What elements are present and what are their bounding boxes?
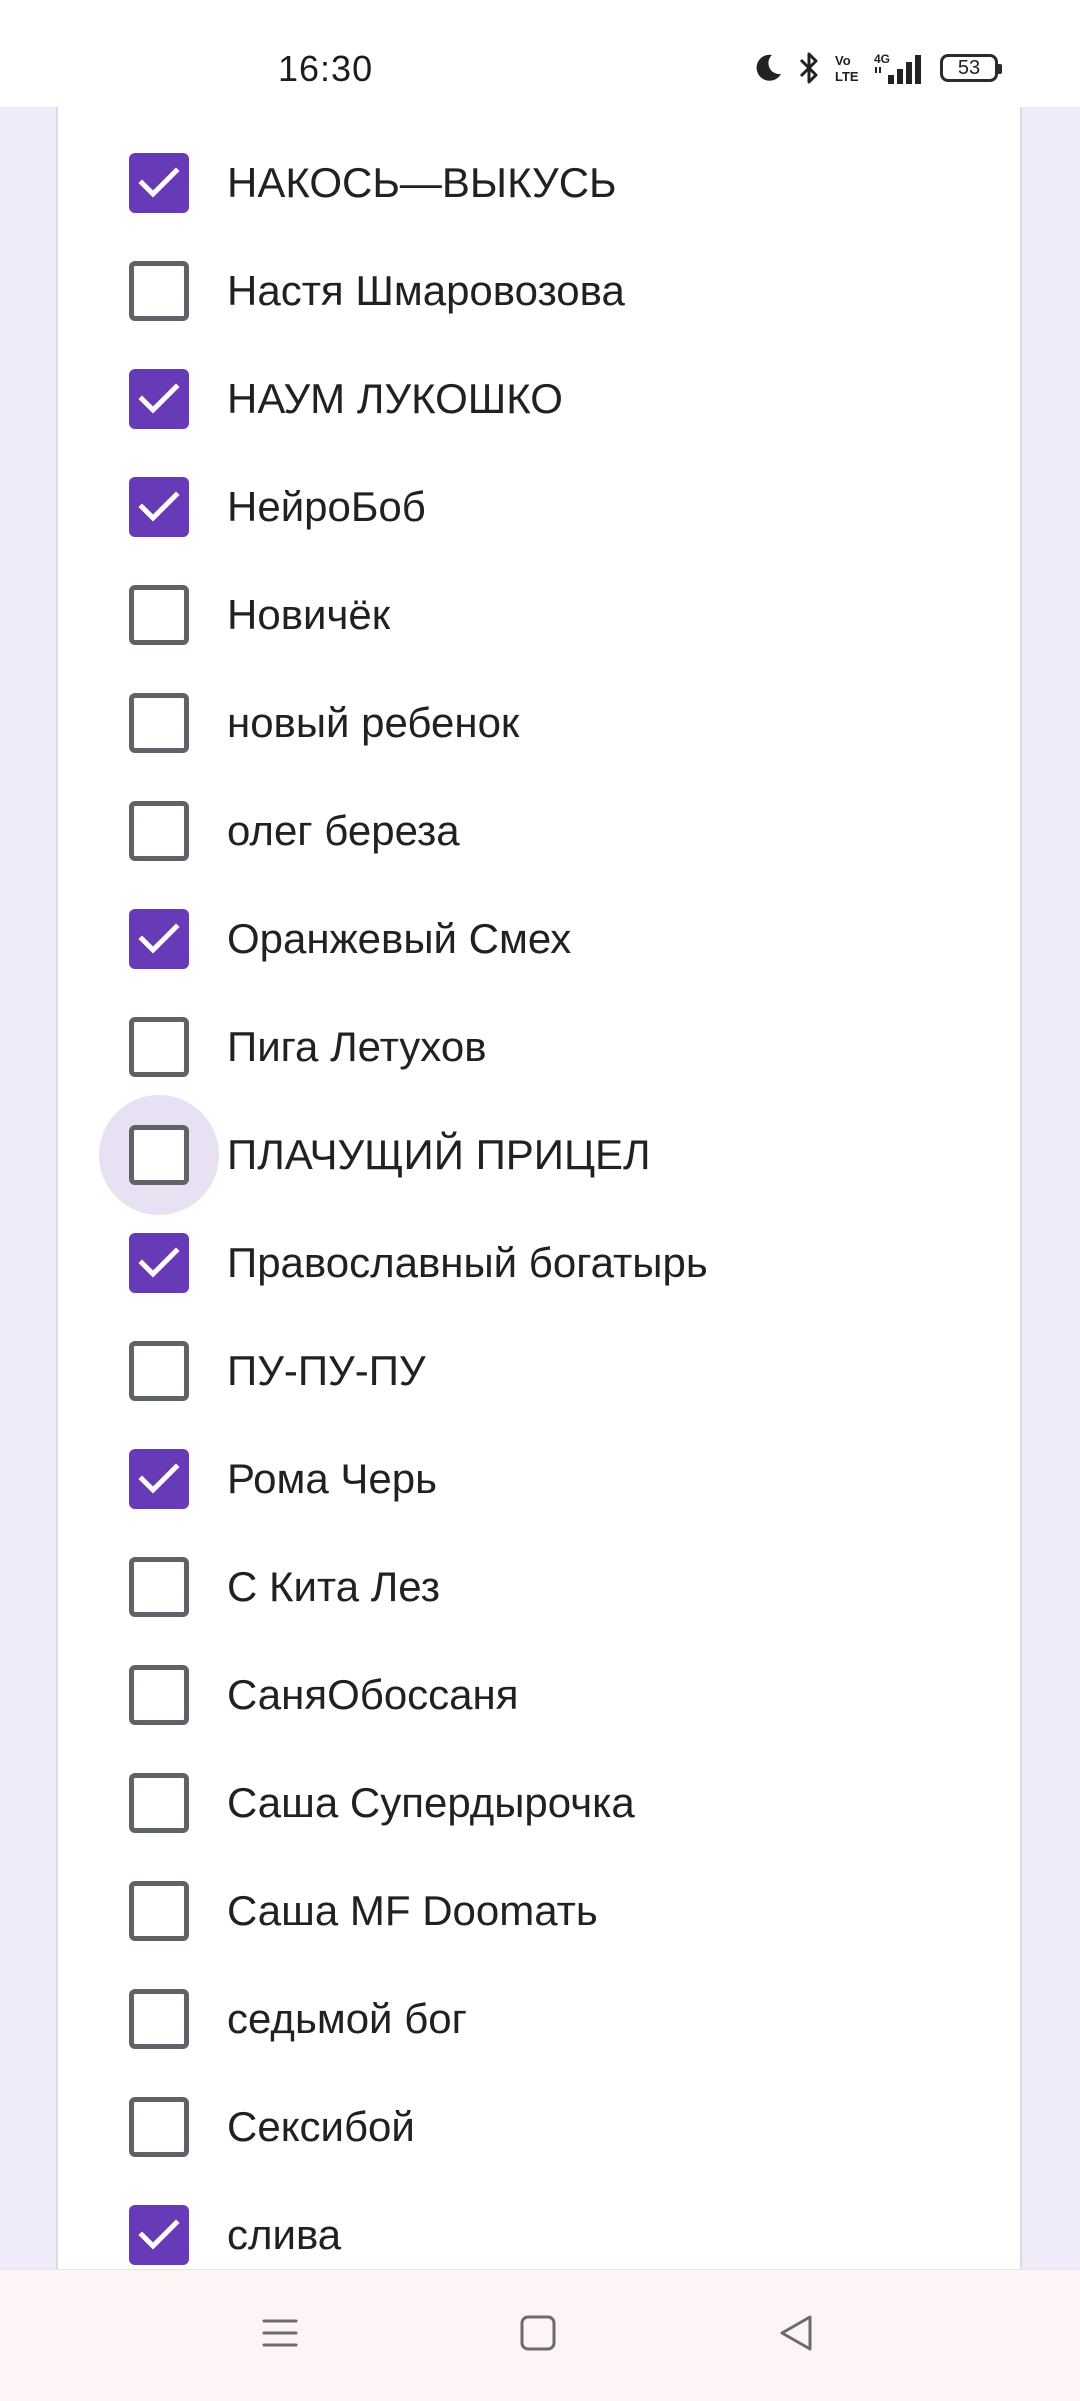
checkbox-option[interactable]: НАУМ ЛУКОШКО (58, 349, 1020, 449)
checkbox-unchecked[interactable] (129, 1557, 189, 1617)
checkbox-option[interactable]: Пига Летухов (58, 997, 1020, 1097)
option-label: СаняОбоссаня (227, 1671, 519, 1718)
checkbox-unchecked[interactable] (129, 1125, 189, 1185)
checkbox-unchecked[interactable] (129, 1665, 189, 1725)
option-label: С Кита Лез (227, 1563, 440, 1610)
checkbox-option[interactable]: седьмой бог (58, 1969, 1020, 2069)
checkbox-checked[interactable] (129, 153, 189, 213)
checkmark-icon (138, 491, 180, 522)
option-label: Рома Черь (227, 1455, 438, 1502)
checkbox-list-card: НАКОСЬ—ВЫКУСЬ Настя Шмаровозова НАУМ ЛУКОШ… (56, 107, 1022, 2269)
checkbox-checked[interactable] (129, 2205, 189, 2265)
option-label: Новичёк (227, 591, 391, 638)
checkbox-checked[interactable] (129, 1233, 189, 1293)
option-label: Православный богатырь (227, 1239, 708, 1286)
4g-signal-icon: 4G (874, 51, 926, 85)
option-label: слива (227, 2211, 342, 2258)
checkbox-unchecked[interactable] (129, 2097, 189, 2157)
checkbox-option[interactable]: Оранжевый Смех (58, 889, 1020, 989)
checkbox-unchecked[interactable] (129, 693, 189, 753)
checkmark-icon (138, 923, 180, 954)
home-button[interactable] (478, 2270, 598, 2401)
battery-icon: 53 (940, 54, 1002, 82)
status-bar: 16:30 Vo LTE 4G 53 (0, 0, 1080, 107)
checkbox-unchecked[interactable] (129, 1341, 189, 1401)
home-square-icon (518, 2313, 558, 2358)
checkbox-option[interactable]: Рома Черь (58, 1429, 1020, 1529)
option-label: НАУМ ЛУКОШКО (227, 375, 563, 422)
checkbox-unchecked[interactable] (129, 1017, 189, 1077)
checkbox-unchecked[interactable] (129, 1881, 189, 1941)
bluetooth-icon (798, 51, 820, 85)
status-time: 16:30 (278, 48, 374, 89)
checkbox-unchecked[interactable] (129, 1773, 189, 1833)
option-label: ПУ-ПУ-ПУ (227, 1347, 426, 1394)
option-label: Саша Супердырочка (227, 1779, 635, 1826)
back-button[interactable] (736, 2270, 856, 2401)
option-label: НАКОСЬ—ВЫКУСЬ (227, 159, 617, 206)
option-label: Пига Летухов (227, 1023, 487, 1070)
volte-icon: Vo LTE (834, 51, 860, 85)
left-background (0, 107, 56, 2269)
checkbox-option[interactable]: ПУ-ПУ-ПУ (58, 1321, 1020, 1421)
battery-level: 53 (957, 56, 981, 79)
menu-icon (260, 2313, 300, 2358)
option-label: Сексибой (227, 2103, 415, 2150)
svg-text:Vo: Vo (835, 53, 851, 68)
navigation-bar (0, 2269, 1080, 2401)
checkbox-option[interactable]: Настя Шмаровозова (58, 241, 1020, 341)
checkbox-option[interactable]: Новичёк (58, 565, 1020, 665)
svg-text:LTE: LTE (835, 69, 859, 84)
option-label: олег береза (227, 807, 460, 854)
checkbox-option[interactable]: ПЛАЧУЩИЙ ПРИЦЕЛ (58, 1095, 1020, 1215)
checkmark-icon (138, 383, 180, 414)
checkbox-option[interactable]: Саша Супердырочка (58, 1753, 1020, 1853)
option-label: седьмой бог (227, 1995, 467, 2042)
checkbox-option[interactable]: новый ребенок (58, 673, 1020, 773)
option-label: Оранжевый Смех (227, 915, 572, 962)
checkbox-unchecked[interactable] (129, 585, 189, 645)
back-triangle-icon (776, 2313, 816, 2358)
checkbox-checked[interactable] (129, 909, 189, 969)
checkmark-icon (138, 167, 180, 198)
checkmark-icon (138, 1247, 180, 1278)
right-background (1024, 107, 1080, 2269)
option-label: Саша MF Doomать (227, 1887, 598, 1934)
checkbox-checked[interactable] (129, 477, 189, 537)
checkbox-option[interactable]: НАКОСЬ—ВЫКУСЬ (58, 133, 1020, 233)
checkbox-option[interactable]: НейроБоб (58, 457, 1020, 557)
option-label: НейроБоб (227, 483, 426, 530)
checkbox-unchecked[interactable] (129, 261, 189, 321)
checkmark-icon (138, 1463, 180, 1494)
option-label: новый ребенок (227, 699, 520, 746)
checkbox-checked[interactable] (129, 1449, 189, 1509)
checkbox-option[interactable]: Сексибой (58, 2077, 1020, 2177)
checkmark-icon (138, 2219, 180, 2250)
option-label: ПЛАЧУЩИЙ ПРИЦЕЛ (227, 1131, 651, 1178)
svg-text:4G: 4G (874, 52, 890, 66)
checkbox-unchecked[interactable] (129, 1989, 189, 2049)
checkbox-option[interactable]: олег береза (58, 781, 1020, 881)
status-icons: Vo LTE 4G 53 (752, 46, 1002, 90)
checkbox-option[interactable]: слива (58, 2185, 1020, 2269)
menu-button[interactable] (220, 2270, 340, 2401)
checkbox-unchecked[interactable] (129, 801, 189, 861)
checkbox-option[interactable]: Саша MF Doomать (58, 1861, 1020, 1961)
checkbox-option[interactable]: СаняОбоссаня (58, 1645, 1020, 1745)
checkbox-checked[interactable] (129, 369, 189, 429)
checkbox-option[interactable]: С Кита Лез (58, 1537, 1020, 1637)
option-label: Настя Шмаровозова (227, 267, 625, 314)
checkbox-option[interactable]: Православный богатырь (58, 1213, 1020, 1313)
moon-icon (752, 52, 784, 84)
